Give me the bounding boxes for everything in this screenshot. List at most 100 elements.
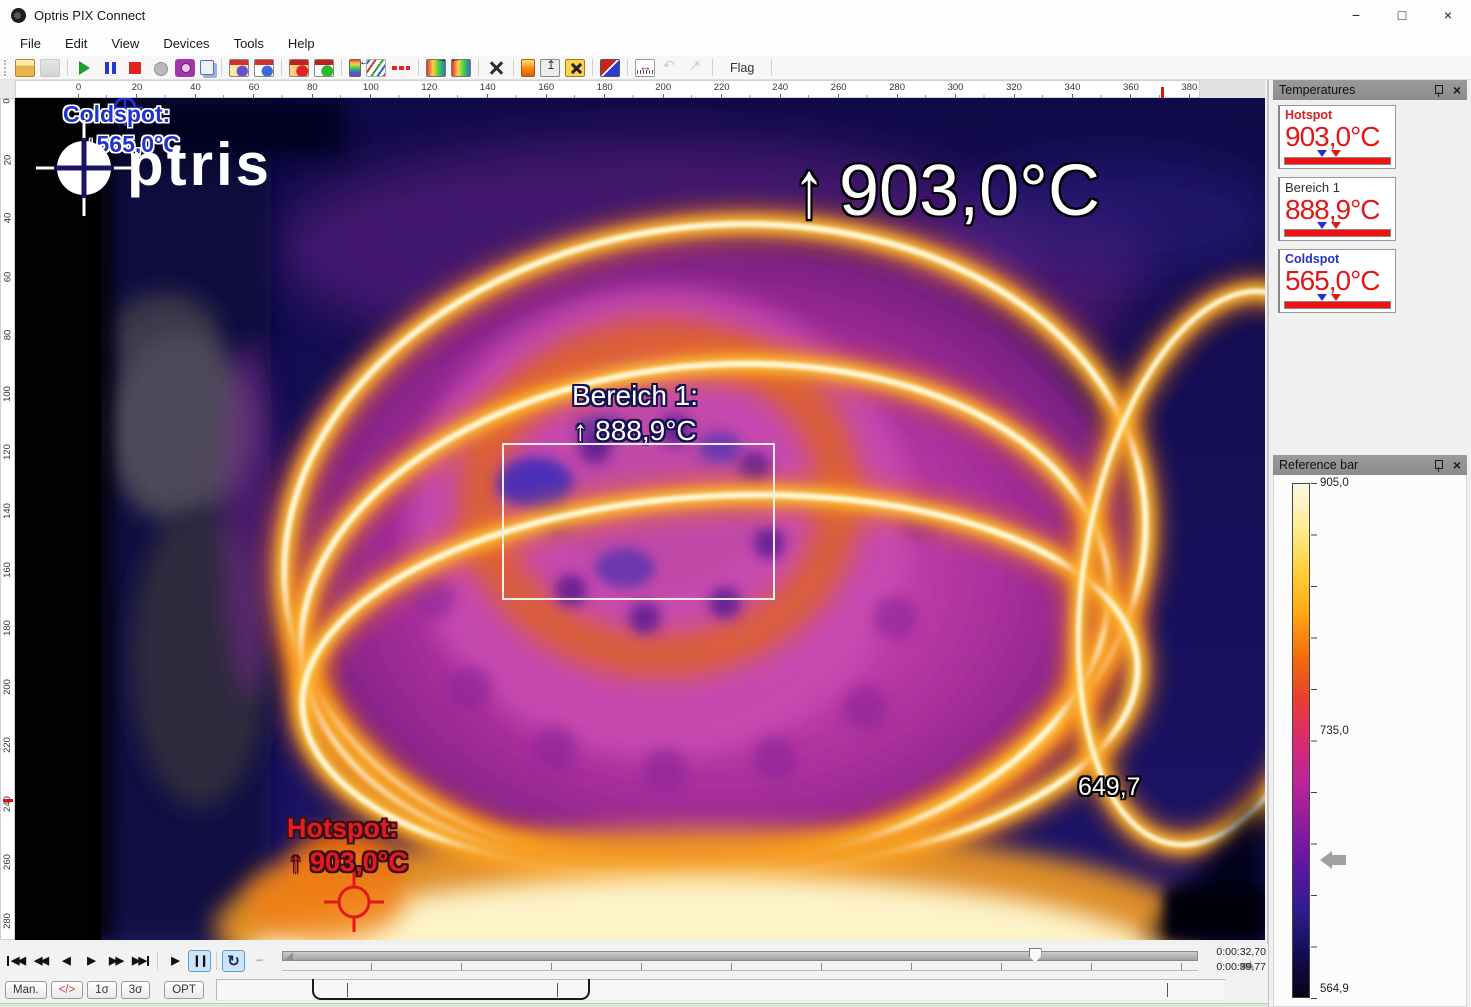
optris-logo: ptris (29, 110, 272, 220)
close-icon[interactable]: × (1453, 83, 1461, 97)
ruler-vertical-marker (3, 799, 13, 802)
max-marker-icon (1331, 222, 1341, 229)
snapshot-camera-icon[interactable] (175, 59, 195, 77)
reference-bar-icon[interactable] (521, 59, 535, 77)
step-back-button[interactable]: ◀ (54, 950, 77, 972)
reference-level-arrow-icon[interactable] (1320, 851, 1332, 869)
coldspot-temp-value: 565,0°C (1280, 266, 1395, 295)
toolbar-separator (771, 59, 772, 76)
menu-file[interactable]: File (10, 33, 51, 54)
sigma1-button[interactable]: 1σ (87, 981, 117, 999)
snap-before-icon (660, 59, 680, 77)
reference-mid-label: 735,0 (1320, 725, 1349, 737)
palette-shift-right-icon[interactable] (426, 59, 446, 77)
measure-dashes-icon[interactable] (391, 59, 411, 77)
menu-tools[interactable]: Tools (224, 33, 274, 54)
copy-icon[interactable] (200, 60, 214, 75)
config-tools-icon[interactable] (565, 59, 585, 77)
ruler-horizontal-end (1200, 80, 1265, 98)
close-icon[interactable]: × (1453, 458, 1461, 472)
reference-gradient-bar[interactable] (1292, 483, 1310, 998)
window-copy-icon[interactable] (254, 59, 274, 77)
menu-devices[interactable]: Devices (153, 33, 219, 54)
pause-icon[interactable] (100, 59, 120, 77)
toolbar-grip-icon[interactable] (4, 60, 8, 76)
pause-button[interactable]: ❙❙ (188, 950, 211, 972)
coldspot-temp-label: Coldspot (1280, 250, 1395, 266)
spot-temperature-overlay: 649,7 (1078, 773, 1141, 802)
coldspot-range-bar (1284, 301, 1391, 309)
measure-area-rect[interactable] (502, 443, 775, 600)
manual-mode-button[interactable]: Man. (5, 981, 47, 999)
status-strip (0, 1003, 1268, 1007)
timeline-scale (282, 963, 1198, 971)
hotspot-range-bar (1284, 157, 1391, 165)
opt-button[interactable]: OPT (164, 981, 204, 999)
device-setup-icon[interactable] (540, 59, 560, 77)
timeline-start-marker[interactable] (284, 952, 293, 961)
measure-distance-icon[interactable] (635, 59, 655, 77)
minimize-button[interactable]: − (1333, 0, 1379, 30)
step-forward-button[interactable]: ▶ (79, 950, 102, 972)
max-temperature-overlay: ↑ 903,0°C (793, 150, 1100, 232)
pin-icon[interactable] (1434, 84, 1443, 97)
temperatures-panel: Temperatures × Hotspot 903,0°C Bereich 1… (1273, 80, 1467, 455)
window-record-icon[interactable] (289, 59, 309, 77)
menu-edit[interactable]: Edit (55, 33, 97, 54)
record-icon[interactable] (150, 59, 170, 77)
snap-frames-button: ┄ (247, 950, 270, 972)
ruler-tick-label: 40 (3, 213, 13, 224)
ruler-tick-label: 20 (136, 82, 137, 93)
timeline-track[interactable] (282, 951, 1198, 961)
thermal-image-canvas[interactable]: Coldspot: ↓565,0°C ptris ↑ 903,0°C Berei… (15, 98, 1265, 940)
menu-view[interactable]: View (101, 33, 149, 54)
menu-help[interactable]: Help (278, 33, 325, 54)
palette-import-icon[interactable] (349, 59, 361, 77)
skip-first-button[interactable]: ◀◀ (4, 950, 27, 972)
pin-icon[interactable] (1434, 459, 1443, 472)
timeline[interactable] (282, 946, 1198, 976)
play-icon[interactable] (75, 59, 95, 77)
area-temp-box: Bereich 1 888,9°C (1278, 177, 1396, 241)
skip-last-button[interactable]: ▶▶ (129, 950, 152, 972)
stop-record-icon[interactable] (125, 59, 145, 77)
range-mode-button[interactable]: </> (51, 981, 84, 999)
maximize-button[interactable]: □ (1379, 0, 1425, 30)
flag-button[interactable]: Flag (720, 59, 764, 77)
temperatures-panel-header: Temperatures × (1273, 80, 1467, 100)
area-temp-value: 888,9°C (1280, 195, 1395, 224)
toolbar-icons (15, 59, 715, 77)
close-button[interactable]: × (1425, 0, 1471, 30)
window-export-icon[interactable] (314, 59, 334, 77)
ruler-tick-label: 180 (604, 82, 605, 93)
palette-shift-left-icon[interactable] (451, 59, 471, 77)
ruler-tick-label: 120 (3, 444, 13, 460)
tools-icon[interactable] (486, 59, 506, 77)
ruler-tick-label: 0 (3, 98, 13, 103)
histogram-range-box[interactable] (312, 979, 590, 1000)
open-file-icon[interactable] (15, 59, 35, 77)
reference-ticks (1311, 483, 1317, 999)
histogram-tick (1167, 983, 1168, 997)
toolbar-separator (281, 59, 282, 76)
hotspot-temp-value: 903,0°C (1280, 122, 1395, 151)
fast-forward-button[interactable]: ▶▶ (104, 950, 127, 972)
ruler-tick-label: 20 (3, 154, 13, 165)
temperature-curves-icon[interactable] (366, 59, 386, 77)
playback-bar: ◀◀◀◀◀▶▶▶▶▶▶❙❙↻┄ 0:00:32,70 0:00:39,77 (0, 944, 1268, 977)
ruler-tick-label: 40 (195, 82, 196, 93)
toolbar-separator (513, 59, 514, 76)
fast-rewind-button[interactable]: ◀◀ (29, 950, 52, 972)
bottom-bar: Man. </> 1σ 3σ OPT (0, 977, 1268, 1003)
play-button[interactable]: ▶ (163, 950, 186, 972)
window-search-icon[interactable] (229, 59, 249, 77)
min-marker-icon (1317, 222, 1327, 229)
sigma3-button[interactable]: 3σ (121, 981, 151, 999)
layout-color-icon[interactable] (600, 59, 620, 77)
ruler-tick-label: 320 (1014, 82, 1015, 93)
hotspot-marker-icon[interactable] (322, 870, 386, 934)
toolbar-separator (712, 59, 713, 76)
ruler-tick-label: 180 (3, 620, 13, 636)
loop-button[interactable]: ↻ (222, 950, 245, 972)
reference-max-label: 905,0 (1320, 477, 1349, 489)
